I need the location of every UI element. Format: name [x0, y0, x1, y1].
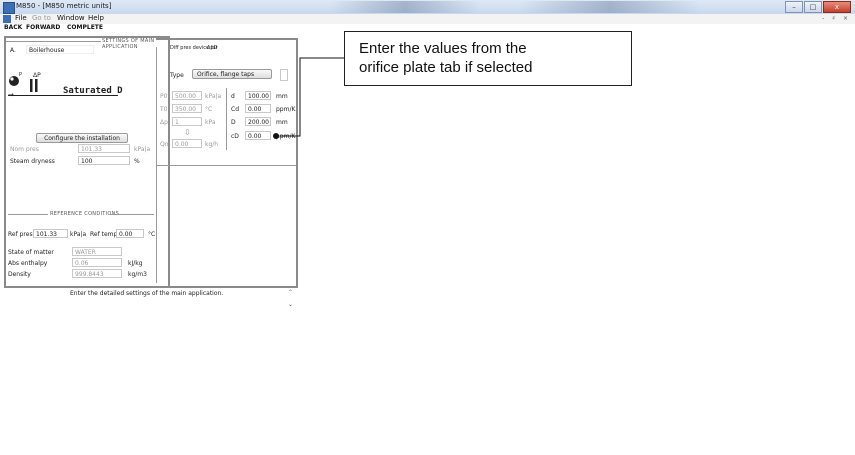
steam-dryness-label: Steam dryness: [10, 158, 55, 165]
ref-pres-label: Ref pres: [8, 231, 33, 238]
cD-field[interactable]: 0.00: [245, 131, 271, 140]
cd-label: Cd: [231, 106, 239, 113]
nom-pres-label: Nom pres: [10, 146, 39, 153]
flow-arrow-icon: →: [8, 91, 14, 99]
menu-help[interactable]: Help: [88, 14, 104, 22]
scroll-up-button[interactable]: ⌃: [288, 289, 293, 296]
d-label: d: [231, 93, 235, 100]
dp-unit: kPa: [205, 119, 216, 126]
configure-installation-button[interactable]: Configure the installation: [36, 133, 128, 143]
density-field: 999.8443: [72, 269, 122, 278]
ref-temp-unit: °C: [148, 231, 156, 238]
down-arrow-icon: ⇩: [184, 128, 191, 137]
symbol-dp: ΔP: [33, 72, 41, 79]
p0-field[interactable]: 500.00: [172, 91, 202, 100]
ref-pres-unit: kPa|a: [70, 231, 87, 238]
reference-group-title: REFERENCE CONDITIONS: [50, 211, 120, 217]
t0-label: T0: [160, 106, 168, 113]
window-title: M850 - [M850 metric units]: [16, 2, 112, 10]
steam-dryness-unit: %: [134, 158, 140, 165]
ref-pres-field[interactable]: 101.33: [33, 229, 68, 238]
app-id: A.: [10, 47, 16, 54]
density-unit: kg/m3: [128, 271, 147, 278]
nom-pres-field[interactable]: 101.33: [78, 144, 130, 153]
menu-file[interactable]: File: [15, 14, 27, 22]
back-button[interactable]: BACK: [4, 24, 22, 31]
qm-unit: kg/h: [205, 141, 219, 148]
type-dropdown[interactable]: Orifice, flange taps: [192, 69, 272, 79]
close-button[interactable]: x: [823, 1, 851, 13]
t0-field[interactable]: 350.00: [172, 104, 202, 113]
title-blur: [330, 1, 480, 13]
callout-line1: Enter the values from the: [359, 40, 527, 57]
state-matter-field: WATER: [72, 247, 122, 256]
nom-pres-unit: kPa|a: [134, 146, 151, 153]
symbol-p: P: [19, 72, 23, 78]
p0-label: P0: [160, 93, 168, 100]
complete-button[interactable]: COMPLETE: [67, 24, 103, 31]
diff-device-symbol: ΔpD: [207, 45, 218, 51]
callout-pointer: [273, 57, 345, 139]
maximize-button[interactable]: □: [804, 1, 822, 13]
d-field[interactable]: 100.00: [245, 91, 271, 100]
D-label: D: [231, 119, 236, 126]
scroll-down-button[interactable]: ⌄: [288, 301, 293, 308]
D-field[interactable]: 200.00: [245, 117, 271, 126]
menu-goto[interactable]: Go to: [32, 14, 51, 22]
enthalpy-unit: kJ/kg: [128, 260, 143, 267]
window-controls: – □ x: [784, 1, 851, 13]
steam-dryness-field[interactable]: 100: [78, 156, 130, 165]
state-matter-label: State of matter: [8, 249, 54, 256]
callout-line2: orifice plate tab if selected: [359, 59, 533, 76]
settings-panel: SETTINGS OF MAIN APPLICATION A. Boilerho…: [4, 36, 170, 288]
state-label: Saturated D: [63, 86, 123, 96]
dp-field[interactable]: 1: [172, 117, 202, 126]
callout-box: Enter the values from the orifice plate …: [344, 31, 632, 86]
qm-label: Qm: [160, 141, 171, 148]
sub-divider: [226, 88, 227, 150]
app-name-field[interactable]: Boilerhouse: [26, 45, 94, 54]
ref-temp-label: Ref temp: [90, 231, 118, 238]
minimize-button[interactable]: –: [785, 1, 803, 13]
mdi-child-icon[interactable]: [3, 15, 11, 23]
status-message: Enter the detailed settings of the main …: [70, 290, 224, 297]
title-blur: [520, 1, 700, 13]
forward-button[interactable]: FORWARD: [26, 24, 60, 31]
cD-label: cD: [231, 133, 239, 140]
enthalpy-label: Abs enthalpy: [8, 260, 48, 267]
mdi-controls[interactable]: - ♯ ×: [822, 15, 851, 22]
qm-field[interactable]: 0.00: [172, 139, 202, 148]
menu-bar: File Go to Window Help: [0, 14, 855, 24]
title-bar: M850 - [M850 metric units] – □ x: [0, 0, 855, 15]
t0-unit: °C: [205, 106, 213, 113]
divider: [6, 41, 101, 42]
p0-unit: kPa|a: [205, 93, 222, 100]
cd-field[interactable]: 0.00: [245, 104, 271, 113]
enthalpy-field: 0.06: [72, 258, 122, 267]
menu-window[interactable]: Window: [57, 14, 85, 22]
dp-label: Δp: [160, 119, 168, 126]
ref-temp-field[interactable]: 0.00: [116, 229, 144, 238]
type-label: Type: [170, 72, 184, 79]
app-icon: [3, 2, 15, 14]
density-label: Density: [8, 271, 31, 278]
